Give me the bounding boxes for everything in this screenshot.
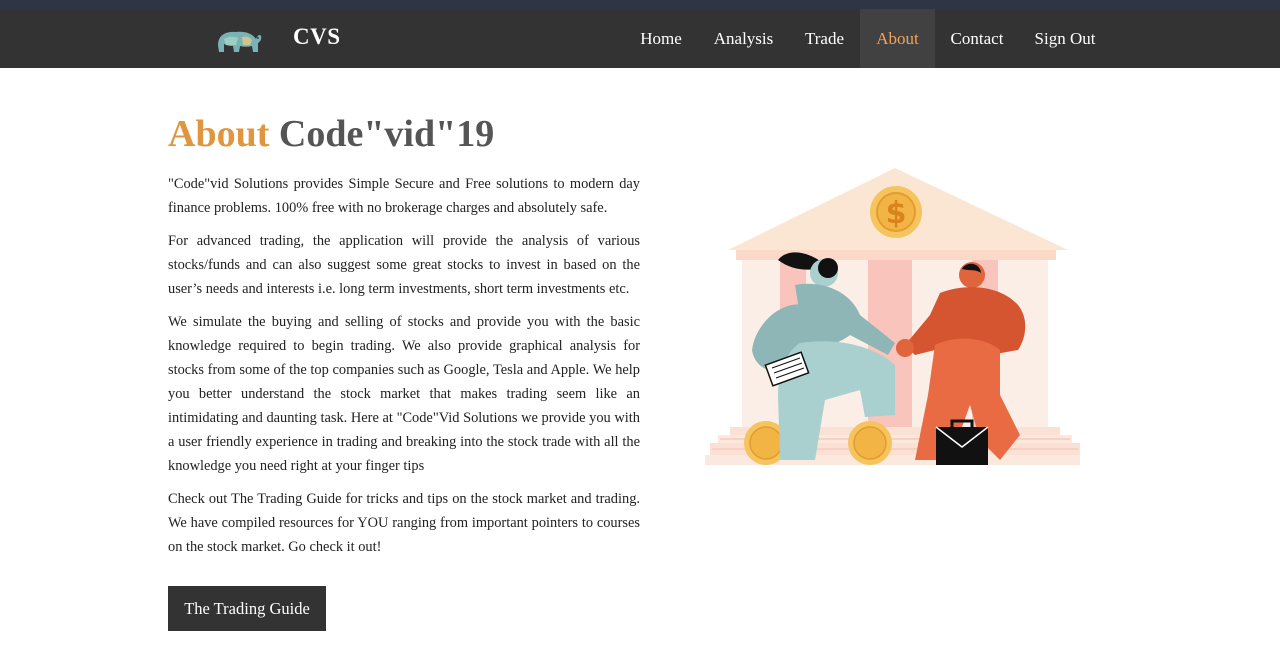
paragraph-simulate: We simulate the buying and selling of st… — [168, 314, 640, 474]
brand-name[interactable]: CVS — [293, 24, 341, 50]
top-strip — [0, 0, 1280, 9]
nav-sign-out[interactable]: Sign Out — [1024, 9, 1106, 68]
nav-contact[interactable]: Contact — [941, 9, 1013, 68]
page-title: About Code"vid"19 — [168, 112, 494, 156]
about-content: "Code"vid Solutions provides Simple Secu… — [168, 172, 640, 568]
nav-trade[interactable]: Trade — [794, 9, 855, 68]
paragraph-guide: Check out The Trading Guide for tricks a… — [168, 491, 640, 555]
bank-handshake-illustration: $ — [705, 168, 1080, 465]
nav-analysis[interactable]: Analysis — [704, 9, 783, 68]
coin-symbol: $ — [886, 196, 907, 231]
navbar: CVS Home Analysis Trade About Contact Si… — [0, 9, 1280, 68]
title-rest: Code"vid"19 — [278, 113, 495, 155]
nav-about[interactable]: About — [860, 9, 935, 68]
paragraph-advanced: For advanced trading, the application wi… — [168, 233, 640, 297]
title-accent: About — [168, 113, 270, 155]
trading-guide-button[interactable]: The Trading Guide — [168, 586, 326, 631]
paragraph-intro: "Code"vid Solutions provides Simple Secu… — [168, 176, 640, 216]
bear-icon[interactable] — [212, 25, 264, 57]
nav-home[interactable]: Home — [628, 9, 694, 68]
